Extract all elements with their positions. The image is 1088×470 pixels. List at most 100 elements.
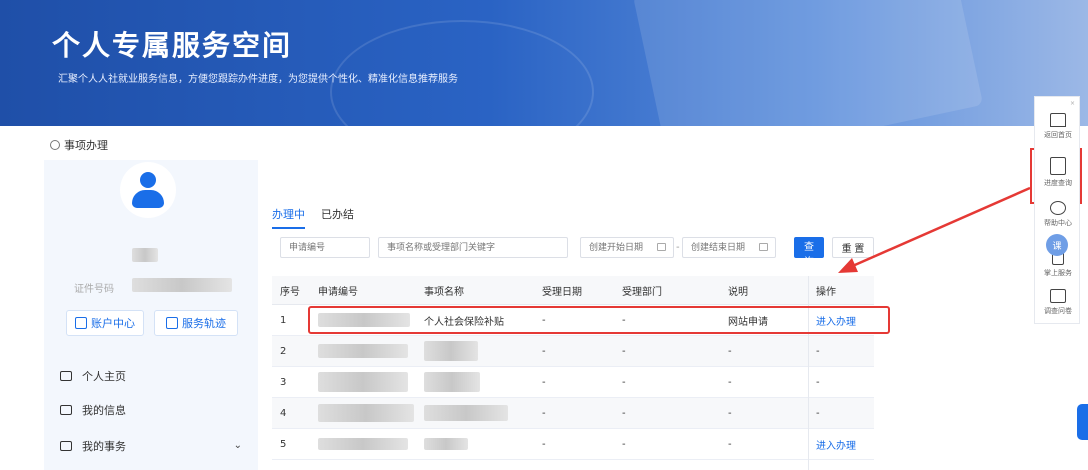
row-index: 1	[280, 314, 287, 326]
nav-item-label: 我的事务	[82, 440, 126, 453]
apply-no-redacted	[318, 336, 408, 366]
note: -	[728, 376, 732, 388]
chat-bubble-button[interactable]: 课	[1046, 234, 1068, 256]
nav-item-info[interactable]: 我的信息	[44, 398, 258, 422]
calendar-icon	[657, 243, 666, 251]
apply-no-redacted	[318, 429, 408, 459]
dept: -	[622, 407, 626, 419]
apply-no-redacted	[318, 367, 408, 397]
row-index: 4	[280, 407, 287, 419]
breadcrumb-label: 事项办理	[64, 139, 108, 152]
dept: -	[622, 438, 626, 450]
service-track-label: 服务轨迹	[182, 317, 226, 330]
sidebar-item-survey[interactable]: 调查问卷	[1035, 289, 1081, 316]
profile-panel: 证件号码 账户中心 服务轨迹 个人主页 我的信息 我的事务 ⌄	[44, 160, 258, 470]
nav-item-label: 我的信息	[82, 404, 126, 417]
note: -	[728, 407, 732, 419]
action: -	[816, 376, 820, 388]
highlight-box-row	[308, 306, 890, 334]
table-row: 5 - - - 进入办理	[272, 429, 874, 460]
header-apply-no: 申请编号	[318, 286, 358, 298]
sidebar-item-label: 返回首页	[1044, 131, 1072, 139]
headset-icon	[1050, 201, 1066, 215]
home-icon	[1050, 113, 1066, 127]
header-note: 说明	[728, 286, 748, 298]
avatar-head-icon	[140, 172, 156, 188]
table-row: 2 - - - -	[272, 336, 874, 367]
affairs-table: 序号 申请编号 事项名称 受理日期 受理部门 说明 操作 1 个人社会保险补贴 …	[272, 276, 874, 460]
table-row: 4 - - - -	[272, 398, 874, 429]
user-name-redacted	[132, 248, 158, 262]
folder-icon	[60, 405, 72, 415]
banner-decoration	[632, 0, 984, 126]
note: -	[728, 345, 732, 357]
id-number-label: 证件号码	[74, 284, 114, 295]
accept-date: -	[542, 376, 546, 388]
progress-doc-icon	[1050, 157, 1066, 175]
survey-icon	[1050, 289, 1066, 303]
action: -	[816, 345, 820, 357]
item-name-redacted	[424, 336, 478, 366]
table-header: 序号 申请编号 事项名称 受理日期 受理部门 说明 操作	[272, 276, 874, 305]
avatar	[120, 162, 176, 218]
item-name-redacted	[424, 367, 480, 397]
sidebar-item-help[interactable]: 帮助中心	[1035, 201, 1081, 228]
date-range-separator: -	[676, 242, 680, 253]
sidebar-item-home[interactable]: 返回首页	[1035, 113, 1081, 140]
sidebar-item-progress[interactable]: 进度查询	[1035, 157, 1081, 188]
item-name-redacted	[424, 429, 468, 459]
breadcrumb: 事项办理	[50, 137, 108, 153]
list-icon	[60, 441, 72, 451]
service-track-button[interactable]: 服务轨迹	[154, 310, 238, 336]
query-button[interactable]: 查 询	[794, 237, 824, 268]
note: -	[728, 438, 732, 450]
keyword-input[interactable]	[378, 237, 568, 258]
edge-tab-button[interactable]	[1077, 404, 1088, 440]
sidebar-item-label: 掌上服务	[1044, 269, 1072, 277]
chevron-down-icon[interactable]: ⌄	[234, 440, 242, 451]
account-icon	[75, 317, 87, 329]
tab-completed[interactable]: 已办结	[321, 206, 354, 229]
track-icon	[166, 317, 178, 329]
table-row: 3 - - - -	[272, 367, 874, 398]
nav-item-home[interactable]: 个人主页	[44, 364, 258, 388]
dept: -	[622, 376, 626, 388]
id-number-redacted	[132, 278, 232, 292]
header-dept: 受理部门	[622, 286, 662, 298]
row-index: 3	[280, 376, 287, 388]
accept-date: -	[542, 407, 546, 419]
action: -	[816, 407, 820, 419]
reset-button[interactable]: 重 置	[832, 237, 874, 258]
item-name-redacted	[424, 398, 508, 428]
accept-date: -	[542, 438, 546, 450]
status-tabs: 办理中 已办结	[272, 206, 354, 229]
nav-item-label: 个人主页	[82, 370, 126, 383]
header-index: 序号	[280, 286, 300, 298]
account-center-label: 账户中心	[91, 317, 135, 330]
sidebar-item-label: 进度查询	[1044, 179, 1072, 187]
header-item-name: 事项名称	[424, 286, 464, 298]
tab-in-progress[interactable]: 办理中	[272, 206, 305, 229]
header-action: 操作	[816, 286, 836, 298]
user-icon	[50, 140, 60, 150]
account-center-button[interactable]: 账户中心	[66, 310, 144, 336]
header-accept-date: 受理日期	[542, 286, 582, 298]
avatar-body-icon	[132, 190, 164, 208]
banner-subtitle: 汇聚个人人社就业服务信息，方便您跟踪办件进度，为您提供个性化、精准化信息推荐服务	[58, 74, 458, 85]
sidebar-item-label: 调查问卷	[1044, 307, 1072, 315]
page-banner: 个人专属服务空间 汇聚个人人社就业服务信息，方便您跟踪办件进度，为您提供个性化、…	[0, 0, 1088, 126]
floating-sidebar: × 返回首页 进度查询 帮助中心 掌上服务 调查问卷	[1034, 96, 1080, 324]
row-index: 5	[280, 438, 287, 450]
close-icon[interactable]: ×	[1070, 100, 1075, 107]
accept-date: -	[542, 345, 546, 357]
nav-item-affairs[interactable]: 我的事务 ⌄	[44, 434, 258, 458]
row-index: 2	[280, 345, 287, 357]
dept: -	[622, 345, 626, 357]
calendar-icon	[759, 243, 768, 251]
folder-icon	[60, 371, 72, 381]
sidebar-item-label: 帮助中心	[1044, 219, 1072, 227]
enter-handle-link[interactable]: 进入办理	[816, 429, 856, 459]
banner-title: 个人专属服务空间	[52, 29, 293, 62]
apply-no-redacted	[318, 398, 414, 428]
apply-number-input[interactable]	[280, 237, 370, 258]
